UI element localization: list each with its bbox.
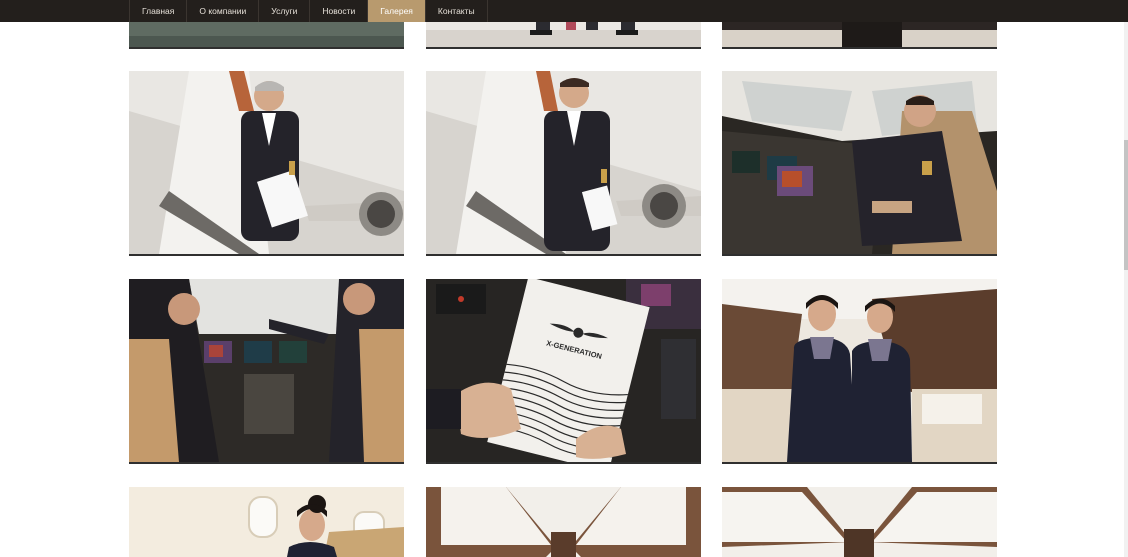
gallery-photo-brochure[interactable]: X-GENERATION [426,279,701,464]
flight-attendants-photo [722,279,997,462]
gallery-photo-pilot-stairs-1[interactable] [129,71,404,256]
nav-item-news[interactable]: Новости [310,0,369,22]
gallery-photo-pilot-stairs-2[interactable] [426,71,701,256]
gallery-photo-two-pilots-cockpit[interactable] [129,279,404,464]
main-menu: Главная О компании Услуги Новости Галере… [129,0,488,22]
attendant-window-photo [129,487,404,557]
page: Главная О компании Услуги Новости Галере… [0,0,1128,557]
nav-item-home[interactable]: Главная [129,0,188,22]
gallery-photo-flight-attendants[interactable] [722,279,997,464]
cabin-interior-photo [722,487,997,557]
nav-item-gallery[interactable]: Галерея [368,0,426,22]
gallery-photo-pilot-cockpit[interactable] [722,71,997,256]
top-nav-bar: Главная О компании Услуги Новости Галере… [0,0,1128,22]
scrollbar-thumb[interactable] [1124,140,1128,270]
gallery-photo-cabin-1[interactable] [426,487,701,557]
brochure-photo: X-GENERATION [426,279,701,462]
page-scrollbar[interactable] [1124,0,1128,557]
cabin-interior-photo [426,487,701,557]
gallery-photo-cabin-2[interactable] [722,487,997,557]
nav-item-services[interactable]: Услуги [259,0,311,22]
nav-item-contacts[interactable]: Контакты [426,0,488,22]
gallery-photo-attendant-window[interactable] [129,487,404,557]
two-pilots-cockpit-photo [129,279,404,462]
nav-item-about[interactable]: О компании [187,0,260,22]
pilot-on-stairs-photo [426,71,701,254]
pilot-cockpit-photo [722,71,997,254]
pilot-on-stairs-photo [129,71,404,254]
